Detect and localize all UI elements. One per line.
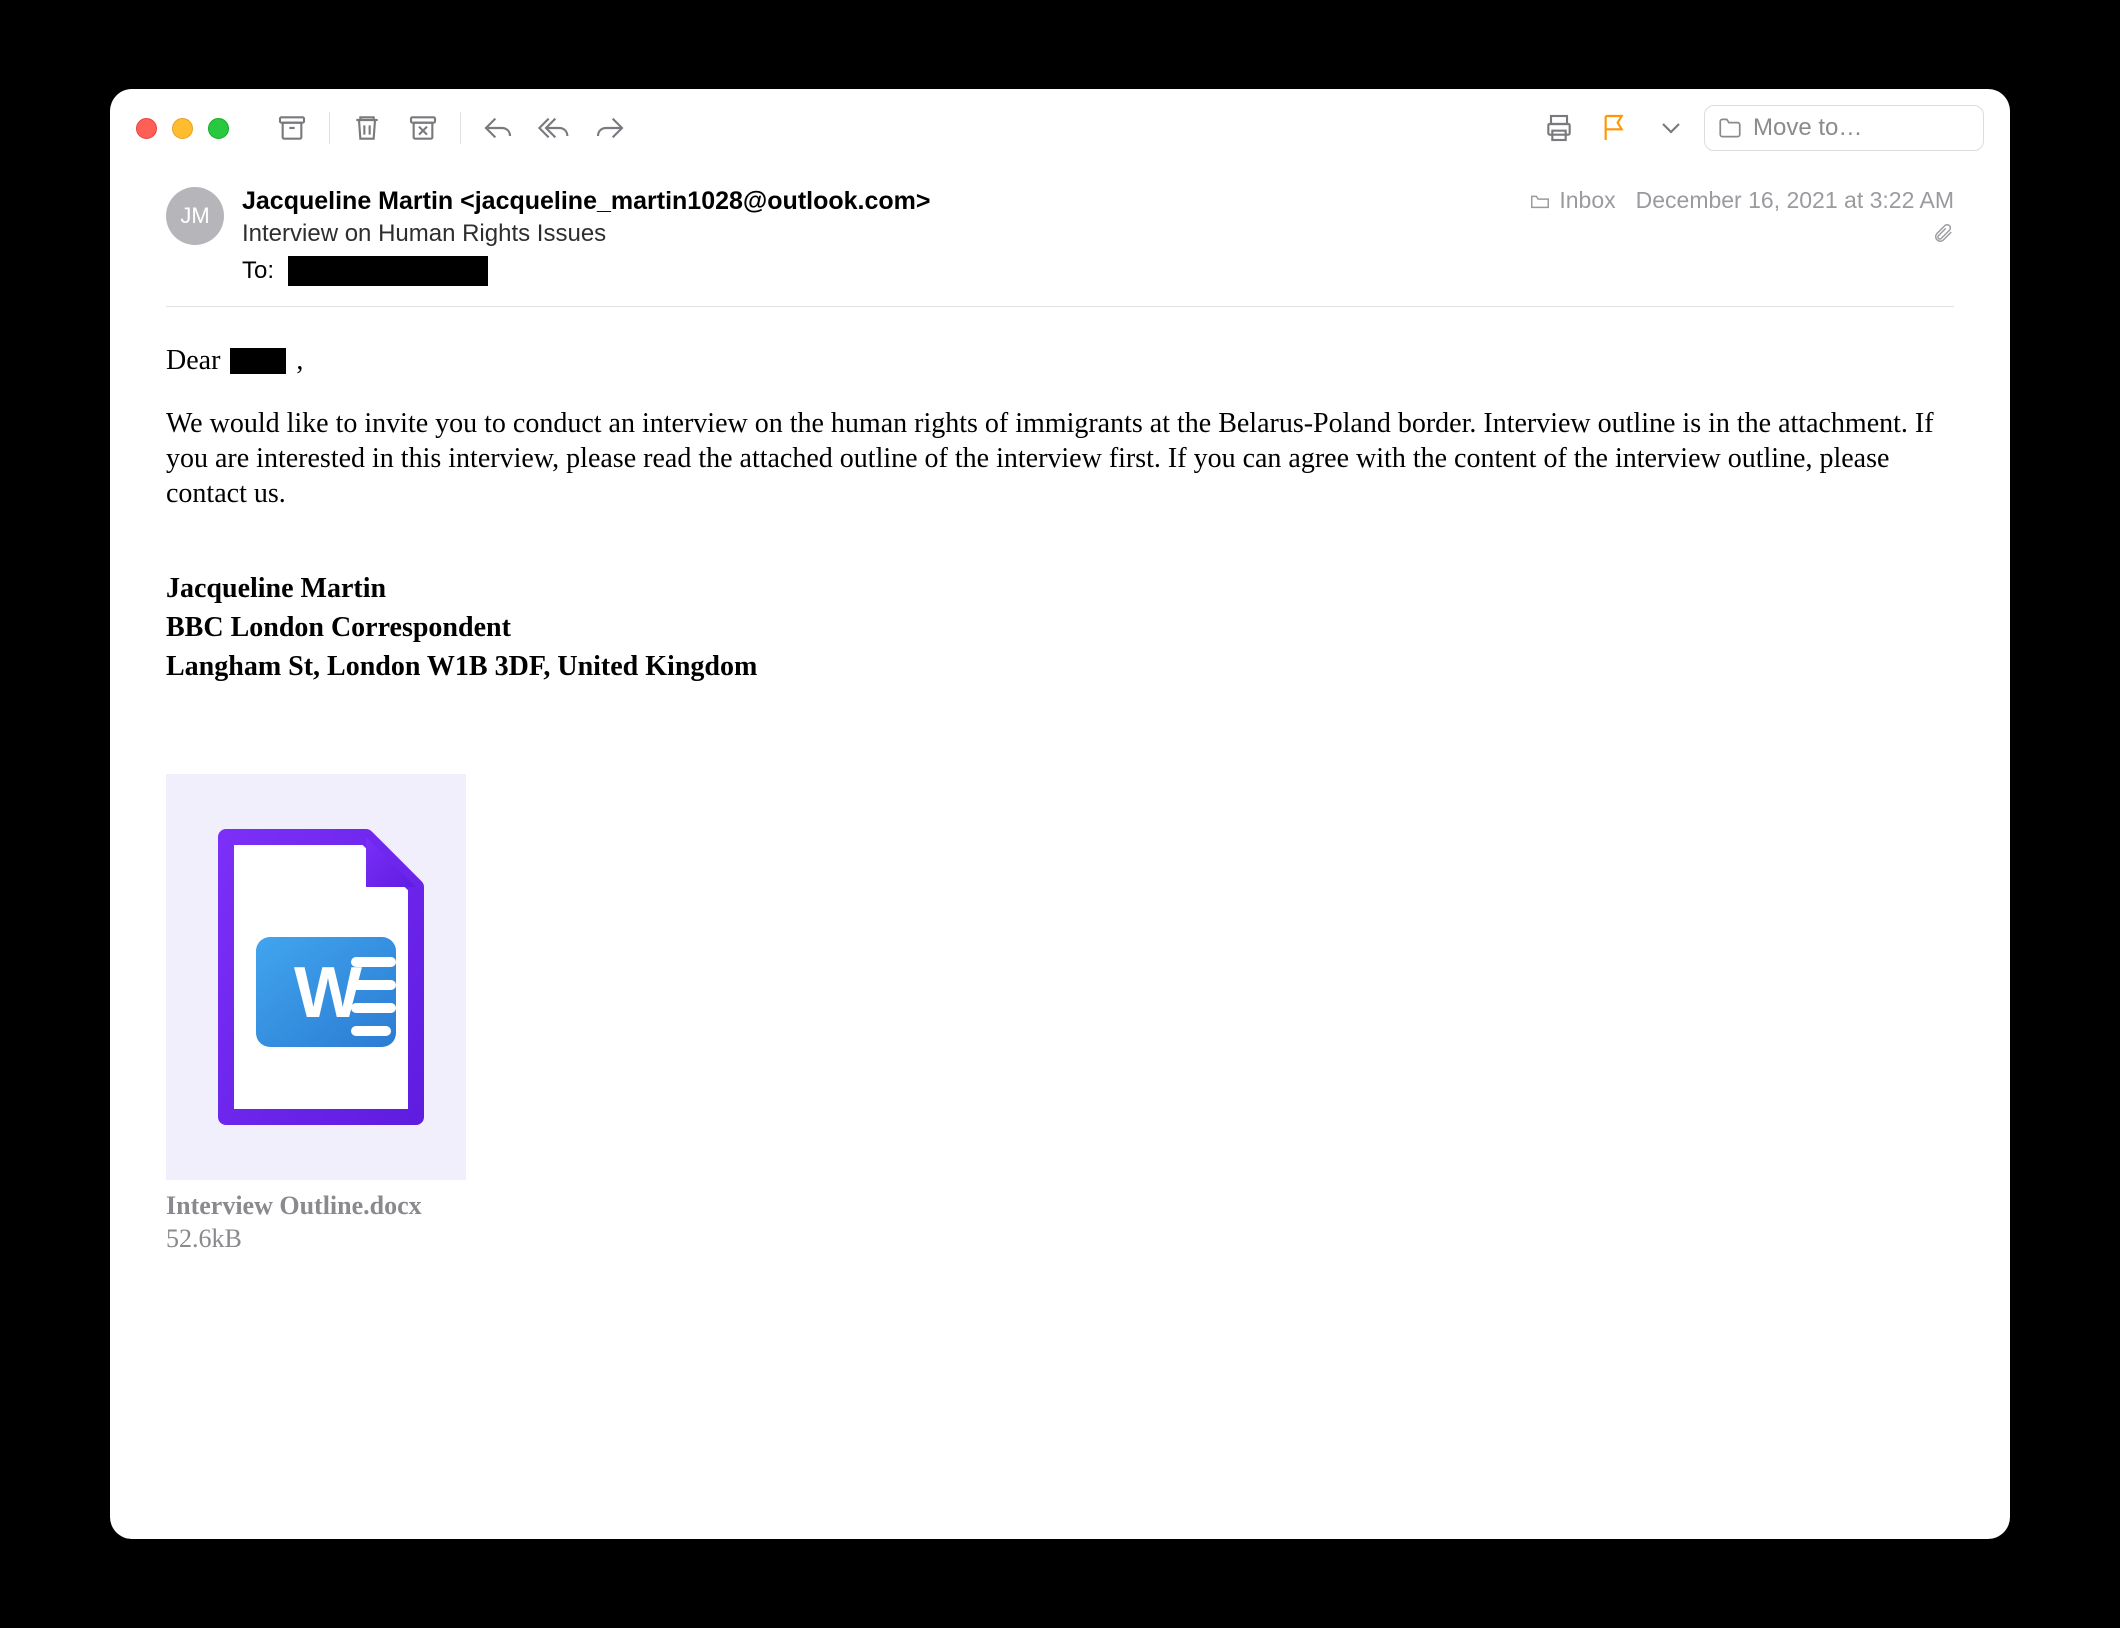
header-separator bbox=[166, 306, 1954, 307]
print-button[interactable] bbox=[1536, 105, 1582, 151]
move-to-label: Move to… bbox=[1753, 114, 1862, 142]
message-body: Dear , We would like to invite you to co… bbox=[166, 343, 1954, 1255]
header-meta: Inbox December 16, 2021 at 3:22 AM bbox=[1529, 187, 1954, 286]
fullscreen-window-button[interactable] bbox=[208, 118, 229, 139]
reply-button[interactable] bbox=[475, 105, 521, 151]
sender-avatar: JM bbox=[166, 187, 224, 245]
attachment-size: 52.6kB bbox=[166, 1223, 466, 1256]
folder-icon bbox=[1717, 115, 1743, 141]
folder-icon bbox=[1529, 190, 1551, 212]
folder-tag[interactable]: Inbox bbox=[1529, 187, 1615, 214]
body-paragraph: We would like to invite you to conduct a… bbox=[166, 406, 1954, 511]
from-line: Jacqueline Martin <jacqueline_martin1028… bbox=[242, 187, 1511, 216]
message-content: JM Jacqueline Martin <jacqueline_martin1… bbox=[110, 167, 2010, 1539]
avatar-initials: JM bbox=[180, 203, 209, 229]
greeting-prefix: Dear bbox=[166, 343, 220, 378]
folder-name: Inbox bbox=[1559, 187, 1615, 214]
message-header: JM Jacqueline Martin <jacqueline_martin1… bbox=[166, 187, 1954, 286]
message-date: December 16, 2021 at 3:22 AM bbox=[1636, 187, 1954, 214]
junk-button[interactable] bbox=[400, 105, 446, 151]
attachment-indicator-icon bbox=[1932, 222, 1954, 250]
reply-all-button[interactable] bbox=[531, 105, 577, 151]
word-doc-icon: W bbox=[196, 827, 436, 1127]
greeting-line: Dear , bbox=[166, 343, 1954, 378]
signature: Jacqueline Martin BBC London Corresponde… bbox=[166, 571, 1954, 684]
close-window-button[interactable] bbox=[136, 118, 157, 139]
attachment-filename: Interview Outline.docx bbox=[166, 1190, 466, 1223]
toolbar: Move to… bbox=[110, 89, 2010, 167]
move-to-dropdown[interactable]: Move to… bbox=[1704, 105, 1984, 151]
flag-menu-button[interactable] bbox=[1648, 105, 1694, 151]
archive-button[interactable] bbox=[269, 105, 315, 151]
signature-name: Jacqueline Martin bbox=[166, 571, 1954, 606]
mail-window: Move to… JM Jacqueline Martin <jacquelin… bbox=[110, 89, 2010, 1539]
flag-button[interactable] bbox=[1592, 105, 1638, 151]
signature-address: Langham St, London W1B 3DF, United Kingd… bbox=[166, 649, 1954, 684]
attachment-thumbnail: W bbox=[166, 774, 466, 1180]
greeting-redacted bbox=[230, 348, 286, 374]
to-label: To: bbox=[242, 257, 274, 285]
subject-line: Interview on Human Rights Issues bbox=[242, 220, 1511, 248]
svg-text:W: W bbox=[294, 953, 362, 1033]
signature-title: BBC London Correspondent bbox=[166, 610, 1954, 645]
to-redacted bbox=[288, 256, 488, 286]
minimize-window-button[interactable] bbox=[172, 118, 193, 139]
toolbar-separator bbox=[460, 112, 461, 144]
attachment-block[interactable]: W Interview Outline.docx 52.6kB bbox=[166, 774, 466, 1255]
toolbar-separator bbox=[329, 112, 330, 144]
delete-button[interactable] bbox=[344, 105, 390, 151]
window-controls bbox=[136, 118, 229, 139]
greeting-suffix: , bbox=[296, 343, 303, 378]
to-line: To: bbox=[242, 256, 1511, 286]
forward-button[interactable] bbox=[587, 105, 633, 151]
